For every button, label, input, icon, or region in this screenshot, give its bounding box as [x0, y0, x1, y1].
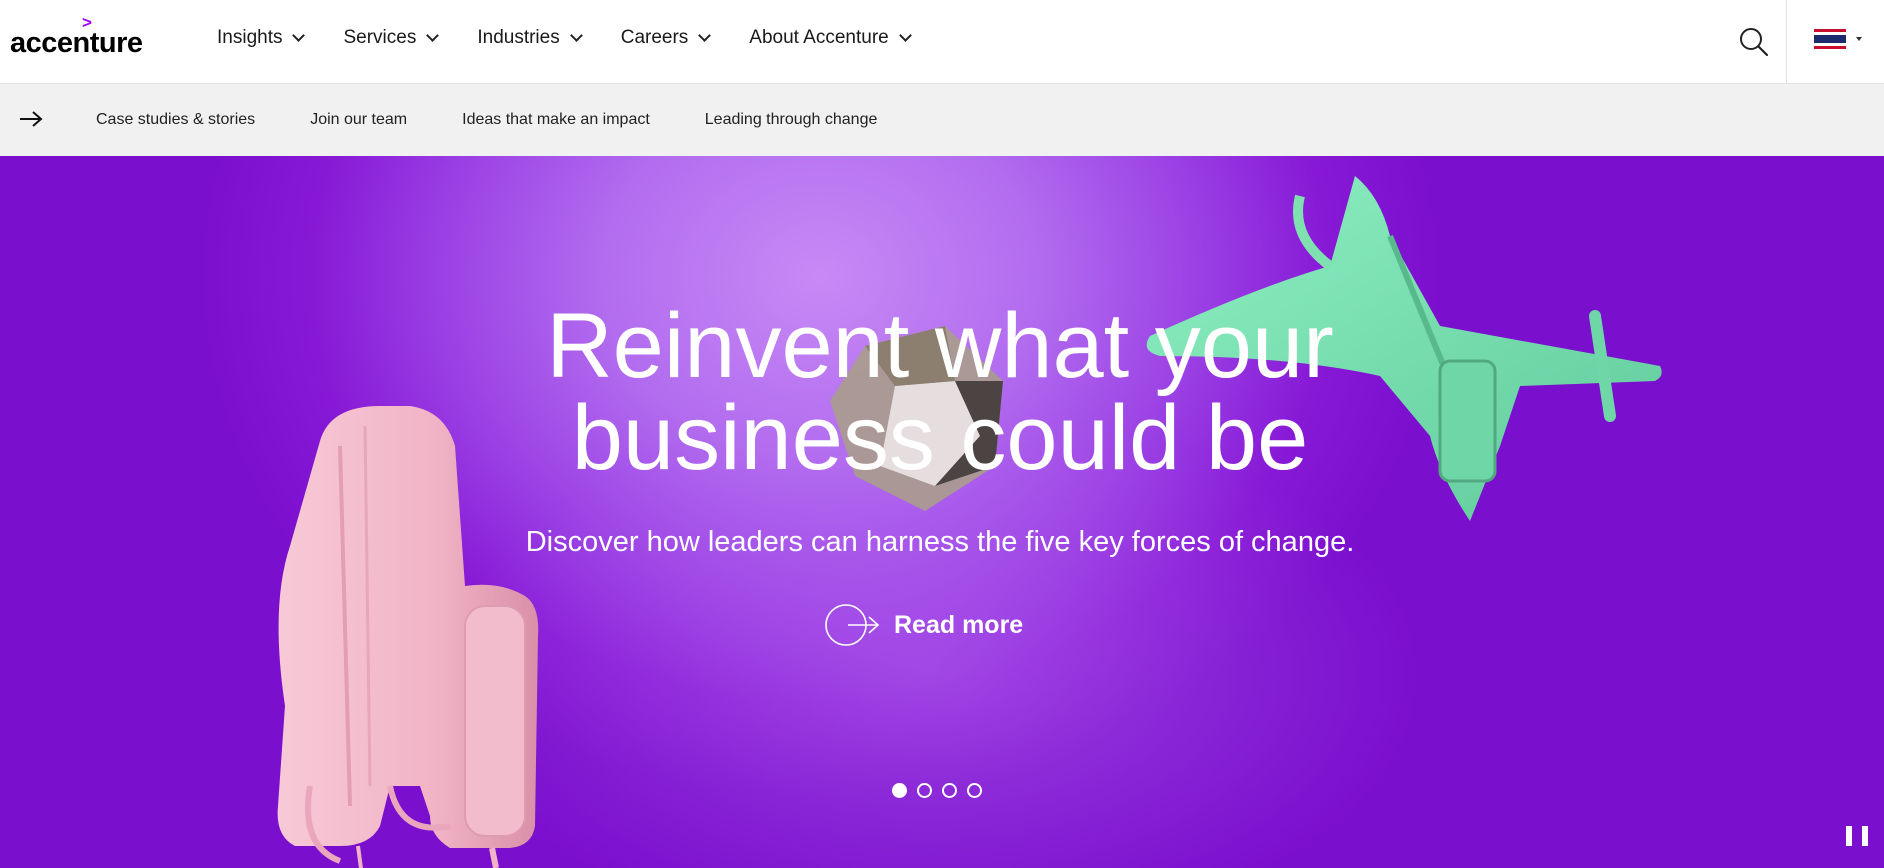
read-more-label: Read more	[894, 610, 1024, 639]
chevron-down-icon	[292, 29, 306, 42]
carousel-dot-2[interactable]	[917, 783, 932, 798]
subnav-link-ideas[interactable]: Ideas that make an impact	[462, 111, 650, 129]
chevron-down-icon	[698, 29, 712, 42]
nav-item-about-accenture[interactable]: About Accenture	[749, 26, 912, 50]
hero-title-line-1: Reinvent what your	[546, 295, 1334, 397]
chevron-down-icon	[426, 29, 440, 42]
arrow-right-icon	[20, 111, 43, 127]
caret-down-icon	[1856, 37, 1862, 41]
read-more-button[interactable]: Read more	[824, 603, 1023, 647]
subnav-link-leading-through-change[interactable]: Leading through change	[705, 111, 878, 129]
carousel-dot-1[interactable]	[892, 783, 907, 798]
main-menu: Insights Services Industries Careers Abo…	[217, 26, 950, 50]
nav-item-services[interactable]: Services	[343, 26, 440, 50]
logo-text: accenture	[10, 27, 143, 59]
chevron-down-icon	[569, 29, 583, 42]
thailand-flag-icon	[1814, 29, 1846, 49]
nav-item-careers[interactable]: Careers	[620, 26, 712, 50]
carousel-dot-3[interactable]	[942, 783, 957, 798]
hero-title: Reinvent what your business could be	[440, 300, 1440, 484]
carousel-dots	[892, 783, 992, 798]
accenture-logo[interactable]: > accenture	[10, 14, 143, 58]
header-divider	[1786, 0, 1787, 84]
nav-item-industries[interactable]: Industries	[477, 26, 583, 50]
country-selector[interactable]	[1814, 27, 1870, 51]
search-button[interactable]	[1738, 26, 1770, 58]
hero-carousel: Reinvent what your business could be Dis…	[0, 156, 1884, 868]
hero-title-line-2: business could be	[571, 387, 1309, 489]
subnav-arrow-button[interactable]	[18, 108, 44, 130]
nav-item-label: Industries	[477, 27, 560, 48]
nav-item-insights[interactable]: Insights	[217, 26, 306, 50]
pause-icon	[1862, 826, 1868, 846]
hero-subtitle: Discover how leaders can harness the fiv…	[525, 526, 1355, 558]
subnav-link-case-studies[interactable]: Case studies & stories	[96, 111, 255, 129]
nav-item-label: Insights	[217, 27, 283, 48]
subnav-link-join-our-team[interactable]: Join our team	[310, 111, 407, 129]
nav-item-label: Careers	[620, 27, 689, 48]
nav-item-label: About Accenture	[749, 27, 889, 48]
search-icon	[1740, 28, 1769, 57]
carousel-dot-4[interactable]	[967, 783, 982, 798]
chevron-down-icon	[898, 29, 912, 42]
pause-icon	[1846, 826, 1852, 846]
subnav-links: Case studies & stories Join our team Ide…	[96, 111, 932, 129]
nav-item-label: Services	[343, 27, 417, 48]
secondary-navigation: Case studies & stories Join our team Ide…	[0, 84, 1884, 156]
pause-button[interactable]	[1846, 826, 1868, 850]
top-navigation: > accenture Insights Services Industries…	[0, 0, 1884, 84]
circle-arrow-icon	[825, 604, 880, 646]
